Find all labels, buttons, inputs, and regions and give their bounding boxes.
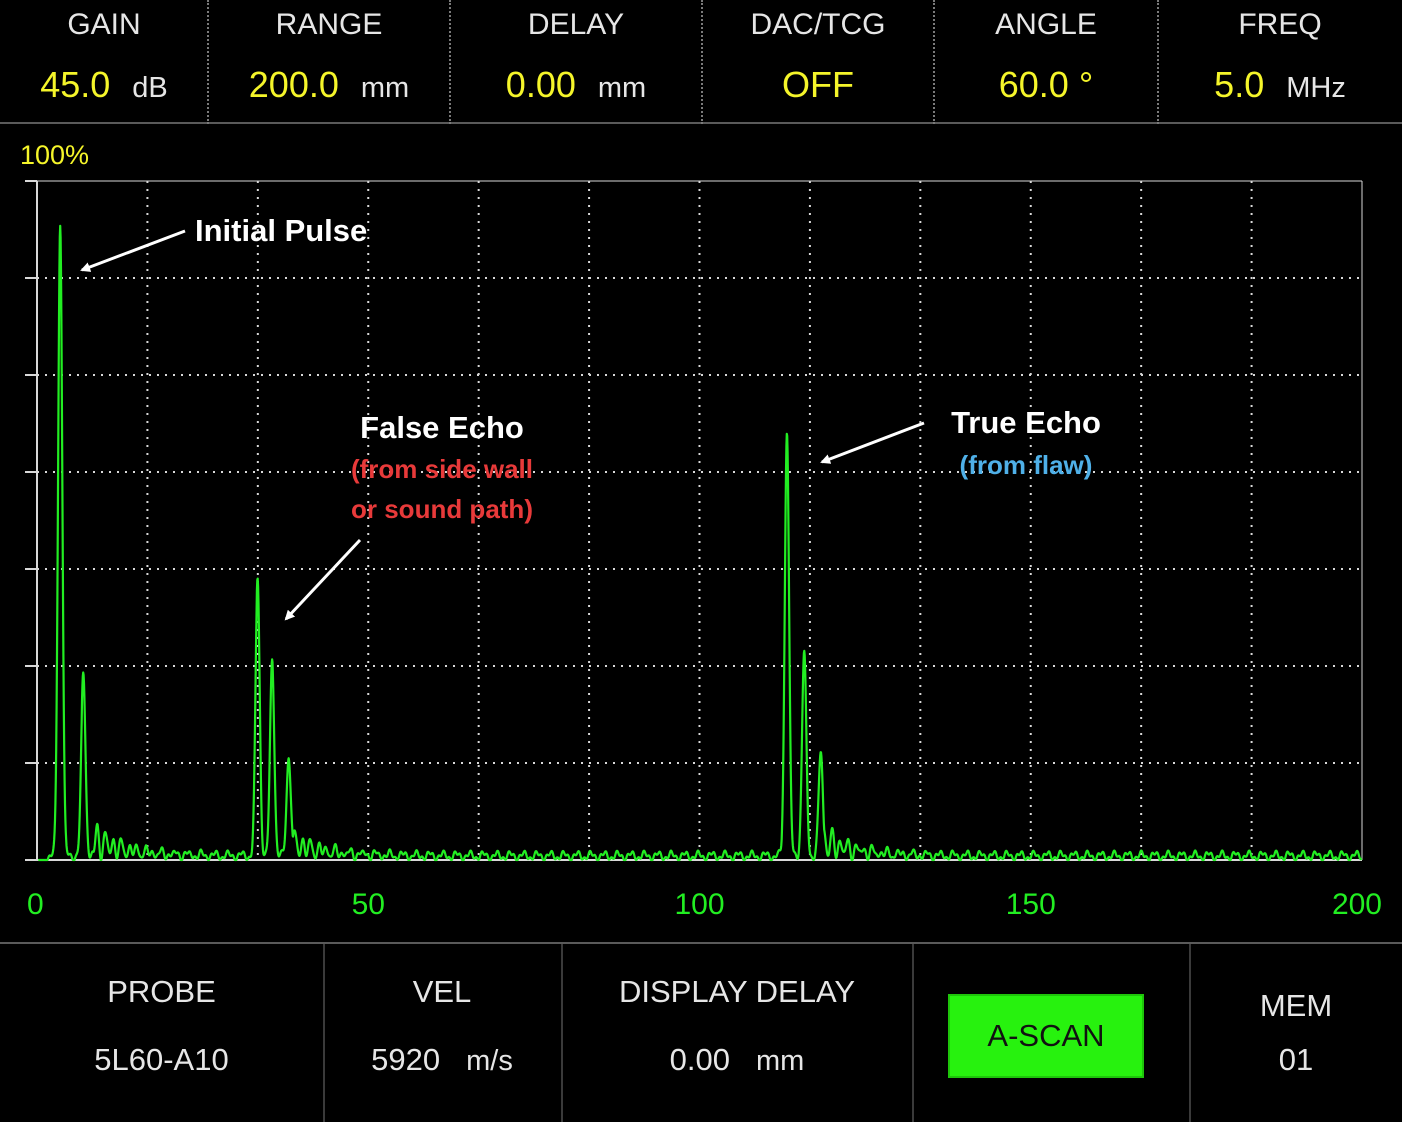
dac-tcg-label: DAC/TCG [750, 8, 886, 41]
false-echo-arrow [284, 538, 362, 621]
parameter-bar: GAIN 45.0 dB RANGE 200.0 mm DELAY 0.00 mm D… [0, 0, 1402, 124]
true-echo-arrow [820, 421, 925, 464]
delay-label: DELAY [527, 8, 625, 41]
x-tick-label: 200 [1332, 888, 1382, 921]
memory-label: MEM [1259, 988, 1333, 1023]
initial-pulse-arrow [80, 229, 186, 272]
gain-param[interactable]: GAIN 45.0 dB [0, 0, 208, 122]
divider [701, 0, 703, 124]
gain-value: 45.0 [40, 64, 111, 105]
display-delay-unit: mm [756, 1045, 805, 1077]
dac-tcg-value: OFF [782, 64, 854, 105]
false-echo-title: False Echo [360, 410, 524, 445]
true-echo-title: True Echo [951, 405, 1101, 440]
delay-value: 0.00 [505, 64, 576, 105]
velocity-unit: m/s [466, 1045, 513, 1077]
false-echo-subtitle-line2: or sound path) [351, 494, 533, 524]
range-label: RANGE [275, 8, 383, 41]
x-axis-ticks: 0 50 100 150 200 [27, 888, 1382, 921]
x-tick-label: 100 [674, 888, 724, 921]
divider [912, 944, 914, 1122]
divider [561, 944, 563, 1122]
a-scan-mode-button[interactable]: A-SCAN [948, 994, 1144, 1078]
freq-value: 5.0 [1214, 64, 1265, 105]
freq-unit: MHz [1286, 72, 1346, 104]
divider [323, 944, 325, 1122]
x-tick-label: 50 [352, 888, 385, 921]
divider [1189, 944, 1191, 1122]
velocity-value: 5920 [371, 1042, 441, 1077]
display-delay-cell[interactable]: DISPLAY DELAY 0.00 mm [561, 944, 913, 1122]
dac-tcg-param[interactable]: DAC/TCG OFF [702, 0, 934, 122]
x-tick-label: 0 [27, 888, 44, 921]
probe-value: 5L60-A10 [94, 1042, 229, 1077]
initial-pulse-label: Initial Pulse [195, 213, 367, 248]
display-delay-value: 0.00 [669, 1042, 730, 1077]
memory-cell[interactable]: MEM 01 [1190, 944, 1402, 1122]
probe-label: PROBE [107, 974, 216, 1009]
angle-value: 60.0 ° [998, 64, 1094, 105]
velocity-label: VEL [412, 974, 472, 1009]
delay-unit: mm [597, 72, 647, 104]
freq-param[interactable]: FREQ 5.0 MHz [1158, 0, 1402, 122]
display-delay-label: DISPLAY DELAY [618, 974, 856, 1009]
memory-value: 01 [1278, 1042, 1314, 1077]
angle-param[interactable]: ANGLE 60.0 ° [934, 0, 1158, 122]
range-value: 200.0 [248, 64, 339, 105]
a-scan-plot[interactable]: 0 50 100 150 200 Initial Pulse False Echo (f… [0, 130, 1402, 942]
false-echo-subtitle-line1: (from side wall [351, 454, 533, 484]
divider [933, 0, 935, 124]
divider [1157, 0, 1159, 124]
divider [449, 0, 451, 124]
angle-label: ANGLE [995, 8, 1097, 41]
x-tick-label: 150 [1006, 888, 1056, 921]
plot-grid [25, 180, 1363, 861]
range-param[interactable]: RANGE 200.0 mm [208, 0, 450, 122]
status-bar: PROBE 5L60-A10 VEL 5920 m/s DISPLAY DELAY… [0, 942, 1402, 1122]
gain-unit: dB [132, 72, 168, 104]
true-echo-subtitle: (from flaw) [960, 450, 1093, 480]
velocity-cell[interactable]: VEL 5920 m/s [323, 944, 561, 1122]
freq-label: FREQ [1238, 8, 1322, 41]
probe-cell[interactable]: PROBE 5L60-A10 [0, 944, 323, 1122]
gain-label: GAIN [67, 8, 141, 41]
delay-param[interactable]: DELAY 0.00 mm [450, 0, 702, 122]
range-unit: mm [360, 72, 410, 104]
divider [207, 0, 209, 124]
